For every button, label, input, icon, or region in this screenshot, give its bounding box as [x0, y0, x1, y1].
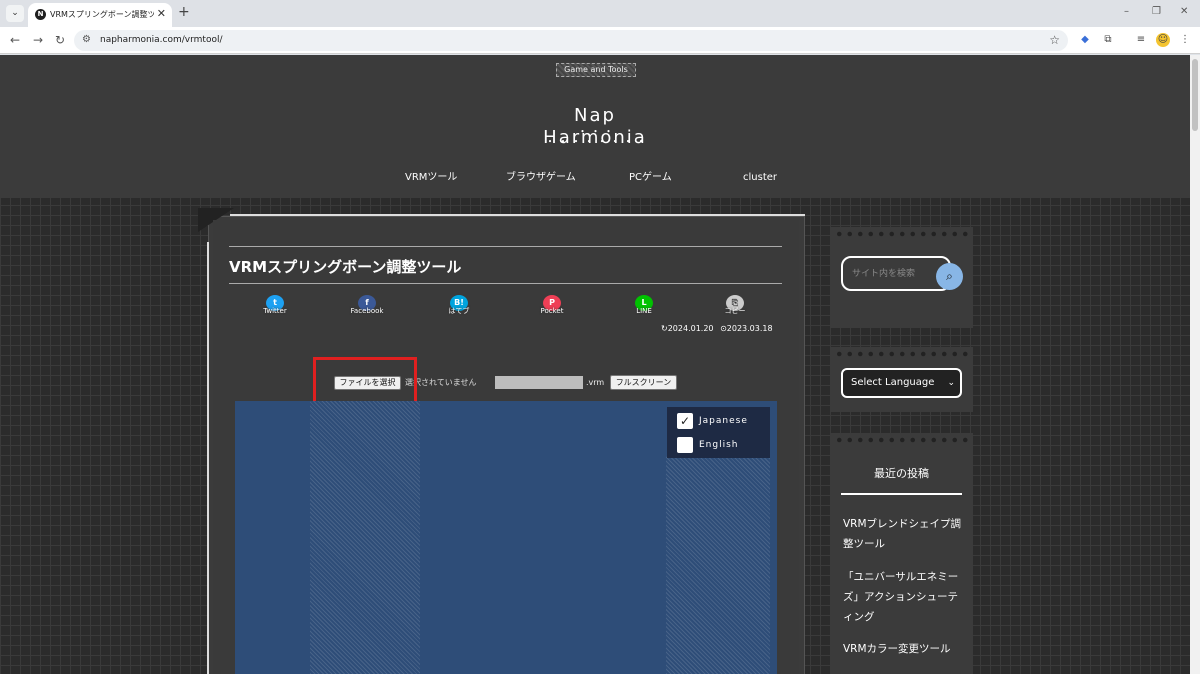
close-window-button[interactable]: ✕	[1180, 6, 1188, 18]
recent-post-link[interactable]: VRMカラー変更ツール	[843, 639, 963, 659]
extension-icon[interactable]: ◆	[1078, 33, 1092, 47]
title-rule-top	[229, 246, 782, 247]
checkbox-checked-icon[interactable]: ✓	[677, 413, 693, 429]
published-date: ⊙2023.03.18	[720, 324, 773, 333]
address-bar[interactable]: ⚙ napharmonia.com/vrmtool/ ☆	[74, 30, 1068, 51]
minimize-button[interactable]: –	[1124, 6, 1129, 18]
scrollbar-thumb[interactable]	[1192, 59, 1198, 131]
fullscreen-button[interactable]: フルスクリーン	[610, 375, 677, 390]
recent-post-link[interactable]: 「ユニバーサルエネミーズ」アクションシューティング	[843, 567, 963, 627]
browser-toolbar: ← → ↻ ⚙ napharmonia.com/vrmtool/ ☆	[0, 27, 1200, 54]
share-label: Pocket	[540, 307, 564, 315]
site-favicon-icon: N	[35, 9, 46, 20]
site-title-dots: ・・・ ・・・・・・・・	[545, 127, 649, 148]
media-controls-icon[interactable]: ≡	[1134, 33, 1148, 47]
nav-item-browser-games[interactable]: ブラウザゲーム	[506, 171, 576, 185]
tab-close-icon[interactable]: ✕	[157, 7, 166, 21]
nav-item-vrm-tools[interactable]: VRMツール	[405, 171, 457, 185]
widget-dots	[834, 437, 970, 443]
nav-item-cluster[interactable]: cluster	[743, 171, 777, 185]
heading-underline	[841, 493, 962, 495]
highlight-annotation	[313, 357, 417, 407]
search-widget: サイト内を検索 ⌕	[830, 227, 973, 328]
updated-date: ↻2024.01.20	[661, 324, 714, 333]
share-copy-button[interactable]: ⎘ コピー	[720, 295, 750, 317]
recent-post-link[interactable]: VRMブレンドシェイプ調整ツール	[843, 514, 963, 554]
share-pocket-button[interactable]: P Pocket	[537, 295, 567, 317]
file-name-field[interactable]	[495, 376, 583, 389]
share-facebook-button[interactable]: f Facebook	[351, 295, 383, 317]
article-title: VRMスプリングボーン調整ツール	[229, 258, 462, 276]
share-line-button[interactable]: L LINE	[629, 295, 659, 317]
back-icon[interactable]: ←	[10, 32, 20, 48]
share-label: Twitter	[263, 307, 287, 315]
language-select[interactable]: Select Language ⌄	[841, 368, 962, 398]
site-header: Game and Tools Nap Harmonia ・・・ ・・・・・・・・…	[0, 55, 1190, 198]
language-select-value: Select Language	[851, 377, 935, 388]
share-label: LINE	[636, 307, 652, 315]
web-page: Game and Tools Nap Harmonia ・・・ ・・・・・・・・…	[0, 55, 1190, 674]
search-icon[interactable]: ⌕	[936, 263, 963, 290]
share-twitter-button[interactable]: t Twitter	[260, 295, 290, 317]
share-label: はてブ	[448, 307, 470, 315]
title-rule-bottom	[229, 283, 782, 284]
restore-button[interactable]: ❐	[1152, 6, 1161, 18]
card-border-top	[230, 214, 805, 216]
page-scrollbar[interactable]	[1190, 55, 1200, 674]
viewer-language-panel: ✓ Japanese English	[667, 407, 770, 458]
checkbox-unchecked-icon[interactable]	[677, 437, 693, 453]
chevron-down-icon: ⌄	[947, 378, 955, 388]
nav-item-pc-games[interactable]: PCゲーム	[629, 171, 672, 185]
article-dates: ↻2024.01.20 ⊙2023.03.18	[661, 323, 773, 334]
reload-icon[interactable]: ↻	[55, 32, 65, 48]
tab-search-button[interactable]: ⌄	[6, 5, 24, 22]
share-hatena-button[interactable]: B! はてブ	[444, 295, 474, 317]
widget-dots	[834, 351, 970, 357]
forward-icon[interactable]: →	[33, 32, 43, 48]
new-tab-button[interactable]: +	[178, 4, 190, 20]
card-border-left	[207, 242, 209, 674]
tab-strip: ⌄ N VRMスプリングボーン調整ツール | N ✕ + – ❐ ✕	[0, 0, 1200, 27]
active-tab[interactable]: N VRMスプリングボーン調整ツール | N ✕	[28, 3, 172, 27]
viewer-pattern-left	[310, 401, 420, 674]
translate-widget: Select Language ⌄	[830, 347, 973, 412]
search-placeholder: サイト内を検索	[852, 269, 916, 279]
viewer-pattern-right	[666, 456, 770, 674]
tab-title: VRMスプリングボーン調整ツール | N	[50, 10, 154, 19]
language-label: English	[699, 440, 739, 450]
extensions-puzzle-icon[interactable]: ⧉	[1101, 33, 1115, 47]
recent-posts-heading: 最近の投稿	[874, 467, 929, 480]
site-info-icon[interactable]: ⚙	[82, 33, 91, 47]
recent-posts-widget: 最近の投稿 VRMブレンドシェイプ調整ツール 「ユニバーサルエネミーズ」アクショ…	[830, 433, 973, 674]
site-search-input[interactable]: サイト内を検索	[841, 256, 951, 291]
menu-kebab-icon[interactable]: ⋮	[1178, 33, 1192, 47]
profile-avatar-icon[interactable]: ☺	[1156, 33, 1170, 47]
bookmark-star-icon[interactable]: ☆	[1049, 32, 1060, 48]
share-label: コピー	[724, 307, 746, 315]
language-label: Japanese	[699, 416, 748, 426]
url-text[interactable]: napharmonia.com/vrmtool/	[100, 34, 223, 47]
vrm-extension-label: .vrm	[586, 378, 605, 387]
share-label: Facebook	[350, 307, 384, 315]
widget-dots	[834, 231, 970, 237]
site-tagline: Game and Tools	[556, 63, 636, 77]
